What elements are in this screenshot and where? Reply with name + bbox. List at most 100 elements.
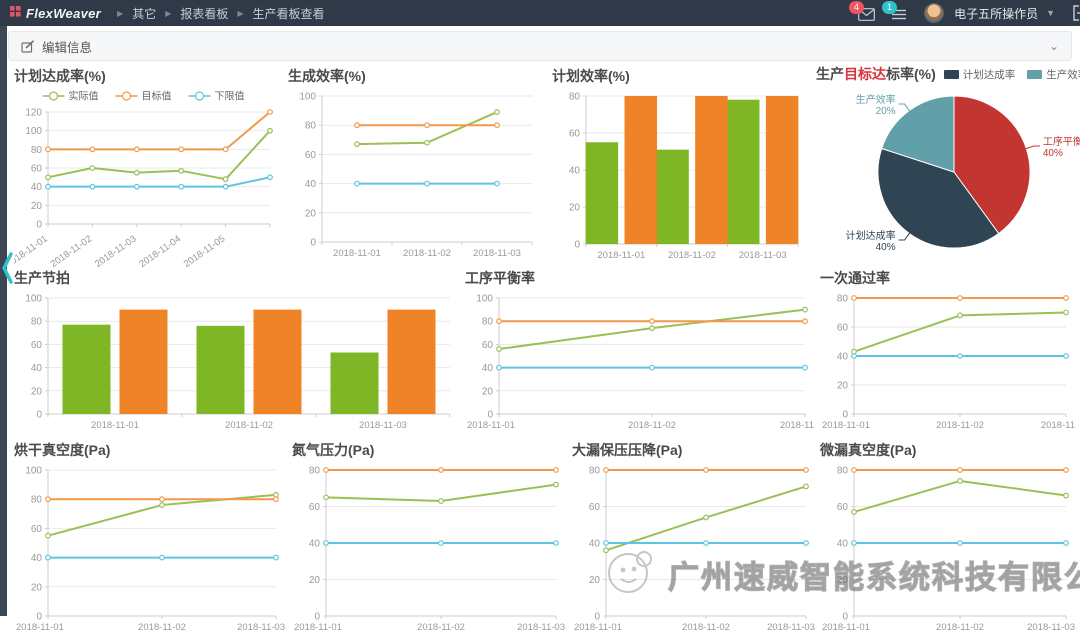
chevron-left-icon	[2, 252, 13, 284]
chart-title: 计划效率(%)	[552, 68, 630, 84]
chart-plot[interactable]: 0 20 40 60 80 2018-11-01 2018-11-02 2018-11-03	[292, 460, 566, 640]
pie-title-highlight: 目标达	[844, 66, 886, 82]
svg-text:80: 80	[589, 466, 601, 477]
svg-text:40: 40	[482, 363, 494, 374]
svg-text:20: 20	[31, 201, 43, 212]
pie-title-prefix: 生产	[816, 66, 844, 82]
breadcrumb-item-other[interactable]: 其它	[132, 5, 156, 22]
svg-text:20: 20	[305, 208, 317, 219]
svg-text:80: 80	[31, 495, 43, 506]
svg-text:2018-11-01: 2018-11-01	[467, 420, 515, 431]
svg-text:100: 100	[25, 126, 42, 137]
svg-text:2018-11-01: 2018-11-01	[822, 622, 870, 633]
chart-plot[interactable]: 0 20 40 60 80 2018-11-01 2018-11-02 2018-11-03	[820, 460, 1076, 640]
user-name[interactable]: 电子五所操作员	[954, 5, 1038, 22]
chart-plot[interactable]: 0 20 40 60 80 2018-11-01 2018-11-02 2018-11-03	[552, 86, 808, 268]
chart-title: 烘干真空度(Pa)	[14, 442, 111, 458]
pie-legend: 计划达成率 生产效率	[943, 67, 1080, 82]
svg-text:20: 20	[569, 203, 581, 214]
svg-text:2018-11-01: 2018-11-01	[333, 248, 381, 259]
list-button[interactable]: 1	[882, 1, 908, 22]
chart-plot[interactable]: 0 20 40 60 80 2018-11-01 2018-11-02 2018-11	[820, 288, 1076, 438]
edit-info-panel-header[interactable]: 编辑信息 ⌄	[8, 31, 1072, 61]
svg-text:80: 80	[309, 466, 321, 477]
svg-text:100: 100	[299, 92, 316, 103]
svg-text:120: 120	[25, 108, 42, 119]
svg-text:生产效率20%: 生产效率 20%	[856, 93, 896, 117]
svg-text:60: 60	[569, 129, 581, 140]
chart-plot[interactable]: 0 20 40 60 80 100 2018-11-01 2018-11-02 2018-11-…	[288, 86, 542, 266]
chart-drying-vacuum: 烘干真空度(Pa) 0 20 40 60 80 100 2018-11-01 2018-11-…	[14, 440, 286, 640]
svg-text:60: 60	[837, 502, 849, 513]
svg-text:40: 40	[837, 352, 849, 363]
app-logo[interactable]: FlexWeaver	[10, 6, 101, 21]
svg-text:0: 0	[574, 240, 580, 251]
svg-text:2018-11-01: 2018-11-01	[16, 622, 64, 633]
chart-title: 一次通过率	[820, 270, 890, 286]
chart-title: 生成效率(%)	[288, 68, 366, 84]
svg-text:2018-11-01: 2018-11-01	[14, 233, 50, 268]
chart-nitrogen-pressure: 氮气压力(Pa) 0 20 40 60 80 2018-11-01 2018-11-02 20…	[292, 440, 566, 640]
logout-button[interactable]	[1071, 5, 1080, 21]
edit-icon	[21, 39, 35, 53]
svg-text:2018-11-02: 2018-11-02	[403, 248, 451, 259]
breadcrumb-arrow-icon: ▶	[237, 8, 244, 18]
svg-text:80: 80	[305, 121, 317, 132]
collapsed-sidebar	[0, 26, 7, 616]
legend-label: 计划达成率	[962, 68, 1016, 81]
svg-text:60: 60	[31, 164, 43, 175]
svg-text:40: 40	[305, 179, 317, 190]
svg-text:2018-11-03: 2018-11-03	[1027, 622, 1075, 633]
svg-text:2018-11-03: 2018-11-03	[93, 233, 139, 268]
svg-text:实际值: 实际值	[69, 90, 99, 103]
svg-text:20: 20	[31, 386, 43, 397]
sidebar-collapse-handle[interactable]	[0, 248, 14, 288]
svg-text:2018-11-02: 2018-11-02	[936, 420, 984, 431]
chart-plot[interactable]: 0 20 40 60 80 100 2018-11-01 2018-11-02 2018-11-…	[14, 460, 286, 640]
pie-legend-item[interactable]: 生产效率	[1027, 67, 1080, 82]
svg-text:2018-11-02: 2018-11-02	[668, 250, 716, 261]
svg-text:2018-11-03: 2018-11-03	[517, 622, 565, 633]
chart-title: 计划达成率(%)	[14, 68, 106, 84]
svg-text:2018-11-01: 2018-11-01	[294, 622, 342, 633]
chart-plot[interactable]: 0 20 40 60 80 2018-11-01 2018-11-02 2018-11-03	[572, 460, 816, 640]
svg-text:0: 0	[36, 220, 42, 231]
svg-text:20: 20	[837, 381, 849, 392]
chart-plot[interactable]: 0204060801001202018-11-012018-11-022018-…	[14, 86, 280, 268]
svg-text:2018-11-02: 2018-11-02	[682, 622, 730, 633]
chart-large-leak-pressure-drop: 大漏保压压降(Pa) 0 20 40 60 80 2018-11-01 2018-11-02…	[572, 440, 816, 640]
chart-title: 生产节拍	[14, 270, 70, 286]
svg-text:2018-11-02: 2018-11-02	[628, 420, 676, 431]
svg-text:2018-11-02: 2018-11-02	[138, 622, 186, 633]
svg-text:40: 40	[837, 539, 849, 550]
svg-text:目标值: 目标值	[142, 90, 172, 103]
panel-collapse-chevron-icon[interactable]: ⌄	[1049, 39, 1059, 53]
chart-plan-achievement-rate: 计划达成率(%) 0 20 40 60 80 100 120 2018-11-01 2018-1…	[14, 66, 280, 268]
svg-text:100: 100	[25, 466, 42, 477]
svg-text:60: 60	[31, 524, 43, 535]
legend-swatch	[943, 69, 959, 79]
svg-text:80: 80	[837, 466, 849, 477]
svg-text:0: 0	[487, 410, 493, 421]
svg-text:20: 20	[482, 386, 494, 397]
svg-text:2018-11: 2018-11	[1041, 420, 1075, 431]
svg-text:100: 100	[25, 294, 42, 305]
chart-plot[interactable]: 0 20 40 60 80 100 2018-11-01 2018-11-02 2018-11	[465, 288, 815, 438]
chart-production-target-rate-pie: 生产目标达标率(%) 计划达成率 生产效率 工序平衡率40% 计划达成率40% 生产效…	[816, 64, 1080, 272]
svg-text:60: 60	[589, 502, 601, 513]
chevron-down-icon[interactable]: ▼	[1046, 8, 1055, 18]
legend-label: 生产效率	[1046, 68, 1080, 81]
breadcrumb-arrow-icon: ▶	[165, 8, 172, 18]
svg-text:0: 0	[594, 612, 600, 623]
legend-swatch	[1027, 69, 1043, 79]
breadcrumb-item-report-board[interactable]: 报表看板	[180, 5, 228, 22]
mail-button[interactable]: 4	[849, 1, 875, 22]
list-badge: 1	[882, 1, 898, 14]
pie-legend-item[interactable]: 计划达成率	[943, 67, 1016, 82]
breadcrumb-item-production-board-view[interactable]: 生产看板查看	[253, 5, 325, 22]
chart-plot[interactable]: 0 20 40 60 80 100 2018-11-01 2018-11-02 2018-11-…	[14, 288, 460, 438]
user-avatar[interactable]	[924, 3, 945, 23]
svg-text:80: 80	[31, 317, 43, 328]
chart-plot[interactable]: 工序平衡率40% 计划达成率40% 生产效率20%	[816, 84, 1080, 272]
chart-title: 氮气压力(Pa)	[292, 442, 375, 458]
